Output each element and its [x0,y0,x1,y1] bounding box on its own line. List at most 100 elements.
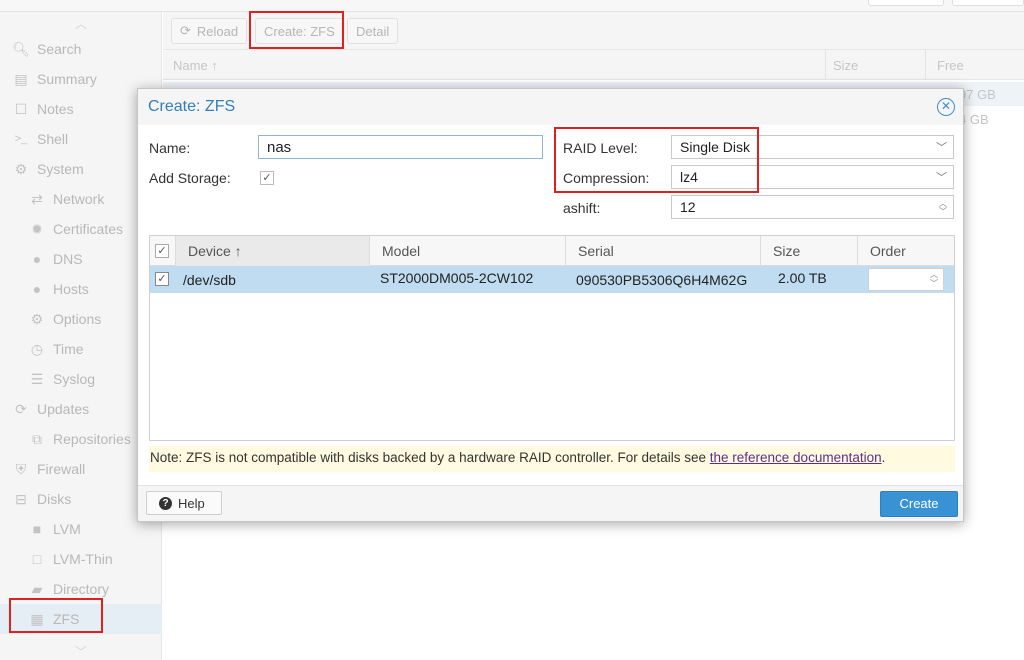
help-button[interactable]: ? Help [146,491,222,515]
highlight-box-raid-compression [554,127,759,193]
help-label: Help [178,495,205,511]
sidebar-item-label: DNS [53,251,83,267]
globe-icon: ● [32,251,42,267]
row-checkbox[interactable]: ✓ [155,272,169,286]
add-storage-checkbox[interactable]: ✓ [260,171,274,185]
refresh-icon: ⟳ [15,400,27,417]
column-header-serial[interactable]: Serial [566,236,761,266]
size-cell: 2.00 TB [778,270,827,286]
clock-icon: ◷ [30,340,44,357]
refresh-icon: ⟳ [180,23,191,38]
ashift-spinner[interactable]: 12 ︿ ﹀ [671,195,954,219]
disk-selection-grid: ✓ Device ↑ Model Serial Size Order ✓ /de… [149,235,955,441]
folder-icon: ▰ [31,580,43,597]
dialog-header: Create: ZFS ✕ [138,89,963,125]
select-all-column[interactable]: ✓ [150,236,176,266]
sidebar-item-label: LVM-Thin [53,551,113,567]
reload-label: Reload [196,23,239,39]
dialog-title: Create: ZFS [148,98,236,115]
highlight-box-zfs [9,598,103,633]
device-cell: /dev/sdb [183,272,236,288]
column-separator [925,50,926,79]
globe-icon: ● [32,281,42,297]
highlight-box-create-zfs [249,11,344,49]
name-label: Name: [149,140,191,156]
column-header-size[interactable]: Size [833,58,858,73]
top-bar-button[interactable] [952,0,1024,6]
note-text: Note: ZFS is not compatible with disks b… [150,450,710,465]
book-icon: ▤ [14,70,28,87]
column-header-device[interactable]: Device ↑ [176,236,370,266]
ashift-value: 12 [680,199,696,215]
sidebar-item-label: Repositories [53,431,131,447]
sidebar-item-label: Disks [37,491,72,507]
top-bar [0,0,1024,12]
search-icon: 🔍︎ [12,40,30,57]
sidebar-item-label: Shell [37,131,69,147]
chevron-down-icon[interactable]: ﹀ [936,139,947,155]
close-icon[interactable]: ✕ [937,98,955,116]
sidebar-item-search[interactable]: 🔍︎ Search [0,34,162,64]
create-button[interactable]: Create [880,491,958,517]
order-stepper[interactable]: ︿ ﹀ [868,268,944,291]
create-zfs-dialog: Create: ZFS ✕ Name: nas Add Storage: ✓ R… [137,88,964,522]
note-end: . [881,450,886,465]
column-header-size[interactable]: Size [761,236,858,266]
column-header-order[interactable]: Order [858,236,954,266]
column-separator [825,50,826,79]
dialog-footer: ? Help Create [138,485,963,521]
scroll-down-icon[interactable]: ﹀ [74,646,88,658]
column-header-model[interactable]: Model [370,236,566,266]
hdd-icon: ⊟ [15,490,27,507]
sidebar-item-label: Certificates [53,221,124,237]
model-cell: ST2000DM005-2CW102 [380,270,534,286]
certificate-icon: ✹ [31,220,43,237]
sidebar-item-label: Firewall [37,461,86,477]
select-all-checkbox[interactable]: ✓ [155,244,169,258]
disk-grid-header: ✓ Device ↑ Model Serial Size Order [150,236,954,266]
question-icon: ? [159,496,172,510]
shield-icon: ⛨ [15,460,27,477]
sidebar-item-label: Hosts [53,281,89,297]
hardware-raid-note: Note: ZFS is not compatible with disks b… [149,446,955,472]
sidebar-item-label: Notes [37,101,74,117]
column-header-free[interactable]: Free [937,58,964,73]
square-outline-icon: □ [32,551,42,567]
repositories-icon: ⧉ [32,430,42,447]
scroll-up-icon[interactable]: ︿ [74,18,88,30]
gears-icon: ⚙ [14,160,28,177]
square-icon: ■ [32,521,42,537]
sidebar-item-label: LVM [53,521,81,537]
sidebar-item-label: Network [53,191,105,207]
sidebar-item-label: Search [37,41,82,57]
column-header-name[interactable]: Name ↑ [173,58,218,73]
sidebar-item-label: Directory [53,581,110,597]
list-icon: ☰ [30,370,44,387]
sidebar-item-label: Options [53,311,102,327]
sidebar-item-label: System [37,161,84,177]
sidebar-item-lvm-thin[interactable]: □ LVM-Thin [0,544,162,574]
spinner-arrows-icon[interactable]: ︿ ﹀ [930,270,938,288]
ashift-label: ashift: [563,200,601,216]
terminal-icon: >_ [14,133,28,145]
detail-button[interactable]: Detail [347,18,399,44]
detail-label: Detail [356,23,390,39]
spinner-arrows-icon[interactable]: ︿ ﹀ [939,200,947,216]
network-icon: ⇄ [31,190,43,207]
table-row[interactable]: ✓ /dev/sdb ST2000DM005-2CW102 090530PB53… [150,266,954,293]
free-cell: 97 GB [959,87,996,102]
name-input[interactable]: nas [258,135,543,159]
top-bar-button[interactable] [868,0,944,6]
reload-button[interactable]: ⟳ Reload [171,18,248,44]
sidebar-item-label: Time [53,341,84,357]
notes-icon: ☐ [14,100,28,117]
sidebar-item-label: Summary [37,71,97,87]
reference-documentation-link[interactable]: the reference documentation [710,450,882,465]
chevron-down-icon[interactable]: ﹀ [936,169,947,185]
pool-grid-header: Name ↑ Size Free [163,50,1024,80]
serial-cell: 090530PB5306Q6H4M62G [576,272,748,288]
name-value: nas [267,138,292,156]
add-storage-label: Add Storage: [149,170,231,186]
gear-icon: ⚙ [30,310,44,327]
sidebar-item-label: Syslog [53,371,96,387]
